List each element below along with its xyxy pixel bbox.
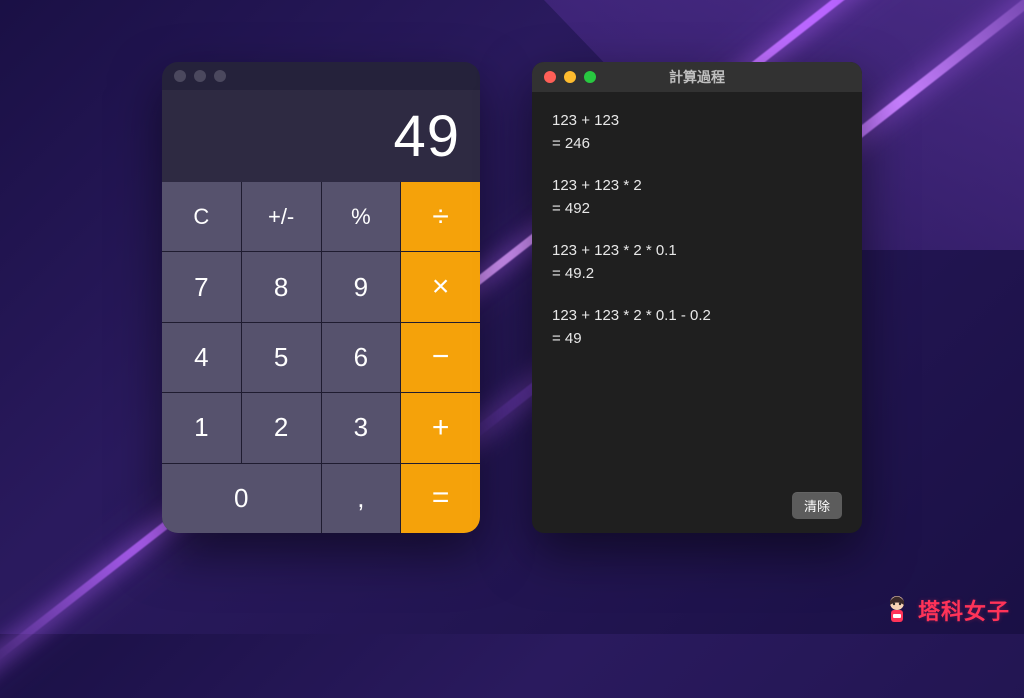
digit-4-key[interactable]: 4	[162, 323, 241, 392]
minus-key[interactable]: −	[401, 323, 480, 392]
multiply-key[interactable]: ×	[401, 252, 480, 321]
traffic-light-minimize[interactable]	[564, 71, 576, 83]
traffic-light-zoom[interactable]	[584, 71, 596, 83]
equals-key[interactable]: =	[401, 464, 480, 533]
digit-6-key[interactable]: 6	[322, 323, 401, 392]
percent-key[interactable]: %	[322, 182, 401, 251]
traffic-light-close[interactable]	[174, 70, 186, 82]
digit-1-key[interactable]: 1	[162, 393, 241, 462]
decimal-key[interactable]: ,	[322, 464, 401, 533]
divide-key[interactable]: ÷	[401, 182, 480, 251]
digit-5-key[interactable]: 5	[242, 323, 321, 392]
calculator-window: 49 C +/- % ÷ 7 8 9 × 4 5 6 − 1 2 3 + 0 ,…	[162, 62, 480, 533]
digit-3-key[interactable]: 3	[322, 393, 401, 462]
traffic-light-minimize[interactable]	[194, 70, 206, 82]
tape-result: = 492	[552, 198, 842, 221]
clear-key[interactable]: C	[162, 182, 241, 251]
watermark: 塔科女子	[882, 594, 1010, 626]
tape-result: = 49	[552, 328, 842, 351]
mascot-icon	[882, 594, 912, 626]
tape-entry: 123 + 123 * 2 * 0.1 - 0.2 = 49	[552, 305, 842, 350]
traffic-light-zoom[interactable]	[214, 70, 226, 82]
digit-2-key[interactable]: 2	[242, 393, 321, 462]
tape-expression: 123 + 123 * 2 * 0.1	[552, 240, 842, 263]
tape-body: 123 + 123 = 246 123 + 123 * 2 = 492 123 …	[532, 92, 862, 533]
tape-result: = 49.2	[552, 263, 842, 286]
tape-result: = 246	[552, 133, 842, 156]
tape-entry: 123 + 123 * 2 = 492	[552, 175, 842, 220]
digit-0-key[interactable]: 0	[162, 464, 321, 533]
tape-titlebar[interactable]: 計算過程	[532, 62, 862, 92]
digit-7-key[interactable]: 7	[162, 252, 241, 321]
digit-9-key[interactable]: 9	[322, 252, 401, 321]
calculator-keypad: C +/- % ÷ 7 8 9 × 4 5 6 − 1 2 3 + 0 , =	[162, 182, 480, 533]
tape-footer: 清除	[552, 488, 842, 521]
calculator-display: 49	[162, 90, 480, 182]
watermark-text: 塔科女子	[918, 594, 1010, 626]
tape-entries: 123 + 123 = 246 123 + 123 * 2 = 492 123 …	[552, 110, 842, 488]
display-value: 49	[393, 103, 460, 170]
tape-entry: 123 + 123 = 246	[552, 110, 842, 155]
traffic-light-close[interactable]	[544, 71, 556, 83]
paper-tape-window: 計算過程 123 + 123 = 246 123 + 123 * 2 = 492…	[532, 62, 862, 533]
plus-key[interactable]: +	[401, 393, 480, 462]
sign-key[interactable]: +/-	[242, 182, 321, 251]
tape-expression: 123 + 123	[552, 110, 842, 133]
clear-button[interactable]: 清除	[792, 492, 842, 519]
tape-entry: 123 + 123 * 2 * 0.1 = 49.2	[552, 240, 842, 285]
calculator-titlebar[interactable]	[162, 62, 480, 90]
tape-expression: 123 + 123 * 2 * 0.1 - 0.2	[552, 305, 842, 328]
tape-expression: 123 + 123 * 2	[552, 175, 842, 198]
digit-8-key[interactable]: 8	[242, 252, 321, 321]
